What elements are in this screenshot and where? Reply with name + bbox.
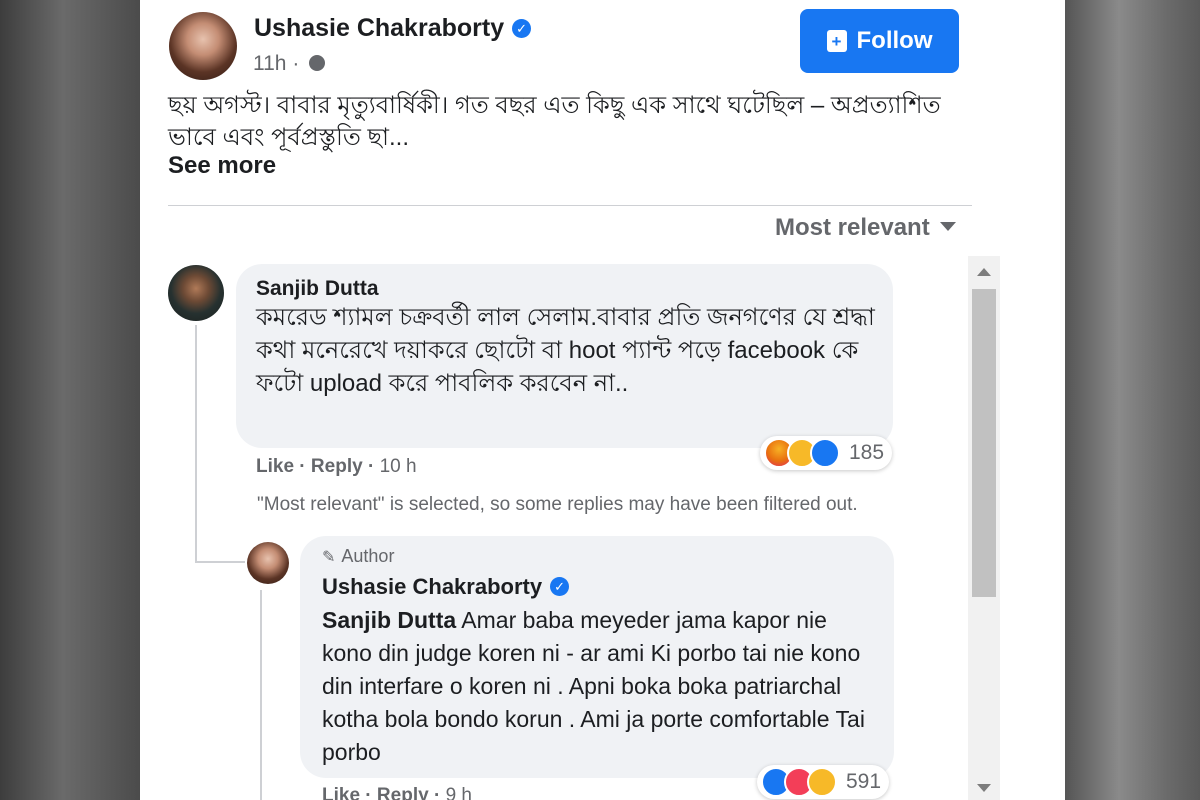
post-card: Ushasie Chakraborty ✓ 11h · Follow ছয় অগ… [140,0,1065,800]
chevron-down-icon [939,222,956,231]
post-meta: 11h · [253,52,326,76]
verified-badge-icon: ✓ [550,577,570,596]
reaction-summary[interactable]: 591 [757,765,890,799]
comment-sort-dropdown[interactable]: Most relevant [775,214,956,242]
verified-badge-icon: ✓ [512,19,532,38]
reply-button[interactable]: Reply [377,785,429,800]
scroll-up-icon[interactable] [977,268,991,276]
like-button[interactable]: Like [322,785,360,800]
thread-line [260,590,262,800]
background-right [1065,0,1200,800]
background-left [0,0,140,800]
care-reaction-icon [807,767,837,797]
post-author[interactable]: Ushasie Chakraborty ✓ [254,14,532,43]
reply-author-avatar[interactable] [247,542,289,584]
reply-bubble: ✎ Author Ushasie Chakraborty ✓ Sanjib Dutt… [300,536,894,778]
see-more-link[interactable]: See more [168,152,276,180]
commenter-avatar[interactable] [168,265,224,321]
comment-bubble: Sanjib Dutta কমরেড শ্যামল চক্রবর্তী লাল … [236,264,893,448]
scrollbar[interactable] [968,256,1000,800]
reply-time[interactable]: 9 h [446,785,472,800]
divider [168,205,972,206]
post-text: ছয় অগস্ট। বাবার মৃত্যুবার্ষিকী। গত বছর … [168,92,941,151]
globe-icon [309,55,326,71]
author-avatar[interactable] [169,12,237,80]
reaction-summary[interactable]: 185 [760,436,893,470]
reply-author[interactable]: Ushasie Chakraborty ✓ [322,574,570,600]
filter-note: "Most relevant" is selected, so some rep… [257,494,858,515]
scrollbar-thumb[interactable] [972,289,996,597]
follow-icon [826,30,847,53]
like-button[interactable]: Like [256,456,294,477]
reply-button[interactable]: Reply [311,456,363,477]
reply-author-name[interactable]: Ushasie Chakraborty [322,574,542,599]
reply-text: Sanjib Dutta Amar baba meyeder jama kapo… [322,604,882,769]
comment-time[interactable]: 10 h [380,456,417,477]
reaction-count: 591 [846,770,882,793]
comment-author[interactable]: Sanjib Dutta [256,277,379,301]
reply-actions: Like · Reply · 9 h [322,785,472,800]
post-time[interactable]: 11h [253,52,286,75]
thread-line [195,325,197,563]
like-reaction-icon [810,438,840,468]
author-badge: ✎ Author [322,546,394,567]
post-author-name[interactable]: Ushasie Chakraborty [254,14,504,42]
follow-button[interactable]: Follow [800,9,959,73]
sort-label: Most relevant [775,214,930,241]
author-pen-icon: ✎ [322,549,336,566]
follow-label: Follow [856,27,933,54]
author-badge-label: Author [341,546,395,566]
comment-actions: Like · Reply · 10 h [256,456,417,477]
scroll-down-icon[interactable] [977,784,991,792]
mention-link[interactable]: Sanjib Dutta [322,607,456,633]
reaction-count: 185 [849,441,885,464]
thread-line [195,561,245,563]
comment-text: কমরেড শ্যামল চক্রবর্তী লাল সেলাম.বাবার প… [256,304,875,397]
